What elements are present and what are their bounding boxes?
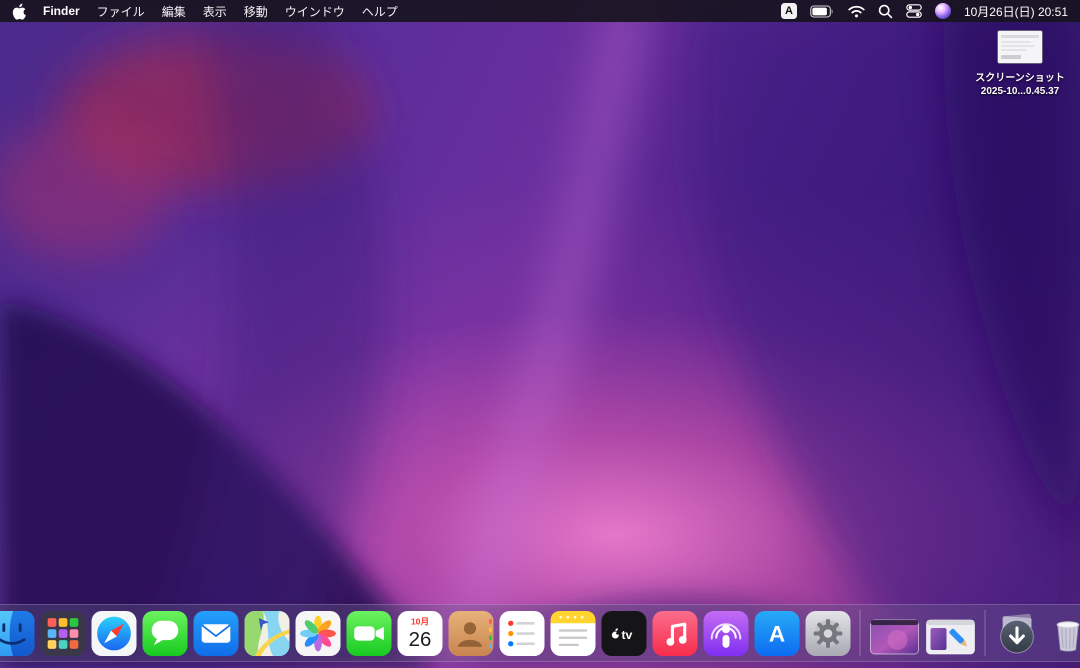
apple-menu-icon[interactable]	[12, 3, 26, 20]
menu-window[interactable]: ウインドウ	[285, 3, 345, 20]
contacts-icon	[449, 611, 494, 656]
desktop-file-screenshot[interactable]: スクリーンショット 2025-10...0.45.37	[974, 30, 1066, 98]
reminders-icon	[500, 611, 545, 656]
calendar-icon: 10月 26	[398, 611, 443, 656]
dock-divider-2	[985, 610, 986, 656]
screenshot-file-thumbnail	[997, 30, 1043, 69]
trash-icon	[1046, 611, 1080, 656]
menu-bar: Finder ファイル 編集 表示 移動 ウインドウ ヘルプ A	[0, 0, 1080, 22]
dock-item-messages[interactable]	[143, 611, 188, 656]
app-store-label: A	[769, 622, 785, 647]
calendar-month-label: 10月	[411, 616, 429, 626]
file-name-line2: 2025-10...0.45.37	[974, 85, 1066, 98]
file-name-label: スクリーンショット 2025-10...0.45.37	[974, 72, 1066, 98]
dock-item-reminders[interactable]	[500, 611, 545, 656]
dock-item-downloads[interactable]	[995, 611, 1040, 656]
menu-help[interactable]: ヘルプ	[362, 3, 398, 20]
mail-icon	[194, 611, 239, 656]
dock-item-app-store[interactable]: A	[755, 611, 800, 656]
minimized-window-2-icon	[926, 618, 976, 656]
apple-tv-icon: tv	[602, 611, 647, 656]
podcasts-icon	[704, 611, 749, 656]
dock-item-music[interactable]	[653, 611, 698, 656]
control-center-icon[interactable]	[906, 4, 922, 18]
dock-item-trash[interactable]	[1046, 611, 1080, 656]
dock-item-notes[interactable]	[551, 611, 596, 656]
wifi-icon[interactable]	[848, 5, 865, 18]
siri-icon[interactable]	[935, 3, 951, 19]
dock-item-calendar[interactable]: 10月 26	[398, 611, 443, 656]
dock-item-safari[interactable]	[92, 611, 137, 656]
maps-icon	[245, 611, 290, 656]
active-app-name[interactable]: Finder	[43, 4, 80, 18]
desktop: Finder ファイル 編集 表示 移動 ウインドウ ヘルプ A	[0, 0, 1080, 668]
dock-item-mail[interactable]	[194, 611, 239, 656]
photos-icon	[296, 611, 341, 656]
minimized-window-1-icon	[870, 618, 920, 656]
finder-icon	[0, 611, 35, 656]
apple-tv-label: tv	[621, 628, 632, 642]
dock-item-maps[interactable]	[245, 611, 290, 656]
input-source-indicator[interactable]: A	[781, 3, 797, 19]
calendar-day-label: 26	[409, 628, 432, 651]
dock-item-minimized-window-2[interactable]	[926, 611, 976, 656]
menu-view[interactable]: 表示	[203, 3, 227, 20]
dock-item-photos[interactable]	[296, 611, 341, 656]
dock-item-facetime[interactable]	[347, 611, 392, 656]
menu-bar-clock[interactable]: 10月26日(日) 20:51	[964, 3, 1068, 20]
downloads-icon	[995, 611, 1040, 656]
file-name-line1: スクリーンショット	[974, 72, 1066, 85]
system-settings-icon	[806, 611, 851, 656]
dock: 10月 26	[0, 604, 1080, 662]
app-store-icon: A	[755, 611, 800, 656]
menu-edit[interactable]: 編集	[162, 3, 186, 20]
safari-icon	[92, 611, 137, 656]
facetime-icon	[347, 611, 392, 656]
music-icon	[653, 611, 698, 656]
battery-icon[interactable]	[810, 5, 835, 18]
dock-item-contacts[interactable]	[449, 611, 494, 656]
dock-item-finder[interactable]	[0, 611, 35, 656]
spotlight-search-icon[interactable]	[878, 4, 893, 19]
notes-icon	[551, 611, 596, 656]
menu-file[interactable]: ファイル	[97, 3, 145, 20]
dock-item-system-settings[interactable]	[806, 611, 851, 656]
dock-divider	[860, 610, 861, 656]
menu-go[interactable]: 移動	[244, 3, 268, 20]
dock-item-minimized-window-1[interactable]	[870, 611, 920, 656]
dock-item-launchpad[interactable]	[41, 611, 86, 656]
launchpad-icon	[41, 611, 86, 656]
messages-icon	[143, 611, 188, 656]
wallpaper-waves	[0, 0, 1080, 668]
dock-item-podcasts[interactable]	[704, 611, 749, 656]
dock-item-apple-tv[interactable]: tv	[602, 611, 647, 656]
